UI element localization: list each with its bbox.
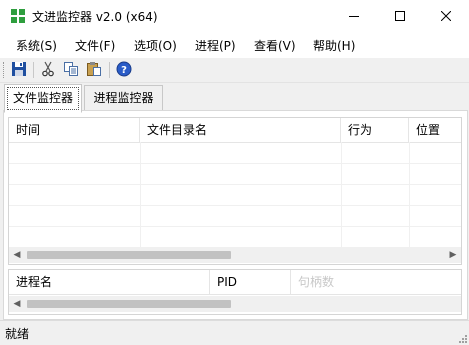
minimize-icon [349, 16, 359, 17]
toolbar-separator [109, 62, 110, 78]
resize-grip-icon[interactable] [457, 333, 467, 343]
paste-button[interactable] [86, 61, 104, 79]
toolbar-grip[interactable] [3, 62, 6, 78]
table-row [9, 226, 461, 248]
scroll-left-icon[interactable]: ◀ [9, 247, 25, 263]
menu-view[interactable]: 查看(V) [254, 37, 296, 54]
horizontal-scrollbar[interactable]: ◀ ▶ [9, 247, 461, 263]
table-row [9, 163, 461, 185]
file-list-header: 时间 文件目录名 行为 位置 [9, 118, 461, 143]
table-row [9, 142, 461, 164]
maximize-button[interactable] [377, 0, 423, 32]
close-button[interactable] [423, 0, 469, 32]
svg-text:?: ? [121, 65, 127, 76]
column-header-path[interactable]: 文件目录名 [140, 118, 341, 142]
help-button[interactable]: ? [116, 61, 134, 79]
toolbar: ? [0, 58, 469, 83]
maximize-icon [395, 11, 405, 21]
minimize-button[interactable] [331, 0, 377, 32]
help-icon: ? [116, 61, 132, 77]
table-row [9, 205, 461, 227]
scrollbar-thumb[interactable] [27, 251, 231, 259]
process-list[interactable]: 进程名 PID 句柄数 ◀ [8, 269, 462, 315]
column-header-action[interactable]: 行为 [341, 118, 409, 142]
file-event-list[interactable]: 时间 文件目录名 行为 位置 ◀ ▶ [8, 117, 462, 265]
table-row [9, 184, 461, 206]
column-divider [341, 142, 342, 248]
save-icon [12, 62, 26, 76]
scroll-right-icon[interactable]: ▶ [445, 247, 461, 263]
tab-file-monitor[interactable]: 文件监控器 [4, 84, 82, 113]
paste-icon [87, 62, 101, 76]
title-bar[interactable]: 文进监控器 v2.0 (x64) [0, 0, 469, 32]
scroll-left-icon[interactable]: ◀ [9, 296, 25, 312]
column-divider [409, 142, 410, 248]
column-header-time[interactable]: 时间 [9, 118, 140, 142]
column-divider [140, 142, 141, 248]
column-header-handles[interactable]: 句柄数 [291, 270, 461, 294]
status-bar: 就绪 [0, 320, 469, 345]
column-header-location[interactable]: 位置 [409, 118, 461, 142]
scrollbar-thumb[interactable] [27, 300, 231, 308]
toolbar-separator [33, 62, 34, 78]
cut-button[interactable] [40, 61, 58, 79]
close-icon [441, 11, 451, 21]
copy-button[interactable] [63, 61, 81, 79]
save-button[interactable] [11, 61, 29, 79]
menu-help[interactable]: 帮助(H) [313, 37, 355, 54]
menu-file[interactable]: 文件(F) [75, 37, 115, 54]
app-shield-icon [11, 9, 25, 23]
copy-icon [64, 62, 78, 76]
column-header-pid[interactable]: PID [210, 270, 291, 294]
menu-process[interactable]: 进程(P) [195, 37, 236, 54]
menu-system[interactable]: 系统(S) [16, 37, 57, 54]
horizontal-scrollbar[interactable]: ◀ [9, 296, 461, 312]
tab-process-monitor[interactable]: 进程监控器 [84, 85, 163, 111]
menu-options[interactable]: 选项(O) [134, 37, 177, 54]
process-list-header: 进程名 PID 句柄数 [9, 270, 461, 295]
menu-bar: 系统(S) 文件(F) 选项(O) 进程(P) 查看(V) 帮助(H) [0, 32, 469, 58]
cut-icon [42, 61, 54, 77]
window-title: 文进监控器 v2.0 (x64) [32, 10, 158, 24]
column-header-process-name[interactable]: 进程名 [9, 270, 210, 294]
status-text: 就绪 [5, 327, 30, 341]
